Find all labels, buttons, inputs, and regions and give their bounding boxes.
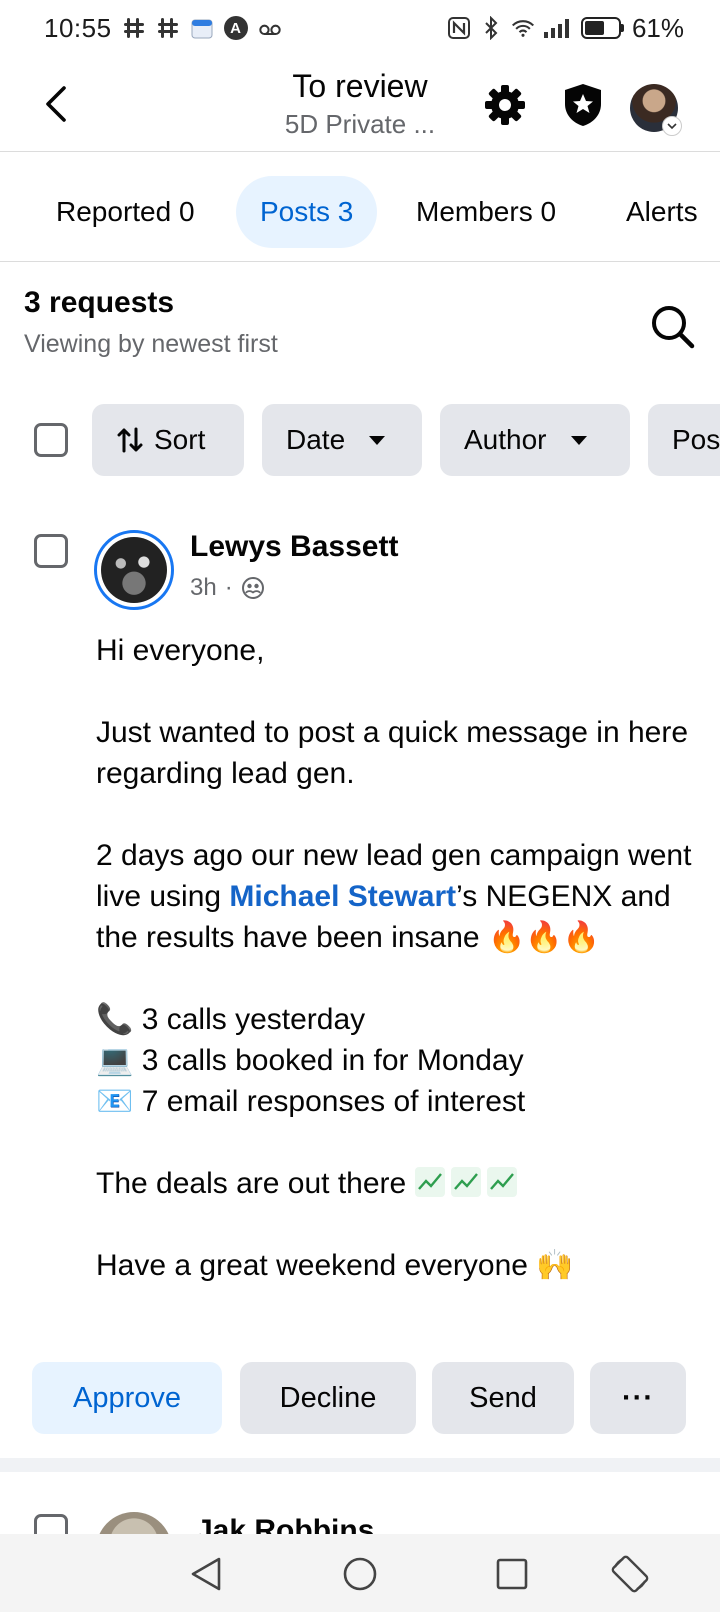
caret-down-icon (369, 435, 386, 445)
admin-tools-button[interactable] (560, 82, 606, 128)
tab-posts[interactable]: Posts 3 (236, 176, 378, 248)
post-meta: 3h · (190, 574, 265, 602)
app-header: To review 5D Private ... (0, 56, 720, 152)
wifi-icon (511, 16, 535, 40)
shield-star-icon (565, 84, 601, 126)
nav-home-button[interactable] (338, 1552, 382, 1596)
laptop-emoji: 💻 (96, 1044, 134, 1077)
mention-link[interactable]: Michael Stewart (229, 880, 456, 913)
review-tabs: Reported 0 Posts 3 Members 0 Alerts (0, 152, 720, 262)
sort-arrows-icon (117, 427, 143, 453)
meta-separator: · (224, 574, 233, 601)
nav-back-button[interactable] (184, 1552, 228, 1596)
rotate-screen-button[interactable] (608, 1552, 652, 1596)
post-type-filter-label: Pos (672, 424, 720, 455)
date-filter[interactable]: Date (262, 404, 422, 476)
sort-button[interactable]: Sort (92, 404, 244, 476)
date-filter-label: Date (286, 424, 346, 455)
author-avatar[interactable] (96, 1512, 172, 1534)
chart-up-icon (486, 1167, 517, 1197)
next-post-preview: Jak Robbins (0, 1472, 720, 1534)
post-checkbox[interactable] (34, 1514, 68, 1534)
more-options-button[interactable]: ··· (590, 1362, 686, 1434)
post-deals-line: The deals are out there (96, 1163, 696, 1204)
post-author[interactable]: Lewys Bassett (190, 530, 398, 564)
status-bar: 10:55 A 61% (0, 0, 720, 56)
chevron-down-icon (662, 116, 682, 136)
raised-hands-emoji: 🙌 (536, 1249, 574, 1282)
select-all-checkbox[interactable] (34, 423, 68, 457)
search-icon (652, 306, 695, 349)
gear-icon (485, 85, 525, 125)
post-greeting: Hi everyone, (96, 634, 265, 667)
phone-emoji: 📞 (96, 1003, 134, 1036)
calendar-icon (190, 16, 214, 40)
tab-members[interactable]: Members 0 (416, 176, 556, 248)
fire-emoji: 🔥🔥🔥 (487, 921, 600, 954)
search-button[interactable] (646, 300, 698, 352)
tab-alerts[interactable]: Alerts (626, 176, 698, 248)
slack-icon (156, 16, 180, 40)
caret-down-icon (570, 435, 587, 445)
nfc-icon (447, 16, 471, 40)
battery-fill (584, 21, 605, 35)
requests-sort-info: Viewing by newest first (24, 330, 278, 358)
rotate-icon (611, 1555, 649, 1593)
stat-calls-yesterday: 📞 3 calls yesterday (96, 1003, 366, 1036)
post-line-2: 2 days ago our new lead gen campaign wen… (96, 839, 692, 954)
slack-icon (122, 16, 146, 40)
post-line-1: Just wanted to post a quick message in h… (96, 716, 689, 790)
system-nav-bar (0, 1534, 720, 1612)
circle-home-icon (343, 1557, 377, 1591)
back-arrow-icon (46, 86, 66, 122)
post-checkbox[interactable] (34, 534, 68, 568)
email-emoji: 📧 (96, 1085, 134, 1118)
stat-calls-booked: 💻 3 calls booked in for Monday (96, 1044, 524, 1077)
post-time[interactable]: 3h (190, 574, 217, 602)
header-titles[interactable]: To review 5D Private ... (240, 66, 480, 142)
post-body: Hi everyone, Just wanted to post a quick… (96, 630, 696, 1286)
post-type-filter[interactable]: Pos (648, 404, 720, 476)
triangle-back-icon (191, 1557, 221, 1591)
requests-count: 3 requests (24, 286, 175, 319)
status-right: 61% (447, 13, 684, 44)
decline-button[interactable]: Decline (240, 1362, 416, 1434)
approve-button[interactable]: Approve (32, 1362, 222, 1434)
a-badge-icon: A (223, 16, 248, 40)
send-button[interactable]: Send (432, 1362, 574, 1434)
page-title: To review (292, 68, 428, 104)
settings-button[interactable] (482, 82, 528, 128)
sort-label: Sort (154, 424, 206, 455)
signal-icon (543, 16, 573, 40)
square-recents-icon (496, 1558, 528, 1590)
post-closing: Have a great weekend everyone 🙌 (96, 1249, 574, 1282)
nav-recents-button[interactable] (490, 1552, 534, 1596)
author-avatar[interactable] (94, 530, 174, 610)
voicemail-icon (258, 16, 282, 40)
tab-reported[interactable]: Reported 0 (56, 176, 195, 248)
author-avatar-image (101, 537, 167, 603)
battery-percent: 61% (631, 12, 684, 43)
author-filter-label: Author (464, 424, 547, 455)
filter-row: Sort Date Author Pos (0, 404, 720, 476)
members-audience-icon (241, 577, 264, 599)
bluetooth-icon (479, 16, 503, 40)
chart-up-icon (450, 1167, 481, 1197)
back-button[interactable] (36, 78, 76, 130)
post-divider (0, 1458, 720, 1472)
status-left: 10:55 A (44, 13, 282, 44)
status-time: 10:55 (44, 12, 112, 43)
battery-icon (580, 17, 624, 39)
chart-up-icon (414, 1167, 445, 1197)
post-author[interactable]: Jak Robbins (196, 1514, 374, 1534)
group-name: 5D Private ... (284, 109, 436, 139)
author-filter[interactable]: Author (440, 404, 630, 476)
stat-email-responses: 📧 7 email responses of interest (96, 1085, 526, 1118)
